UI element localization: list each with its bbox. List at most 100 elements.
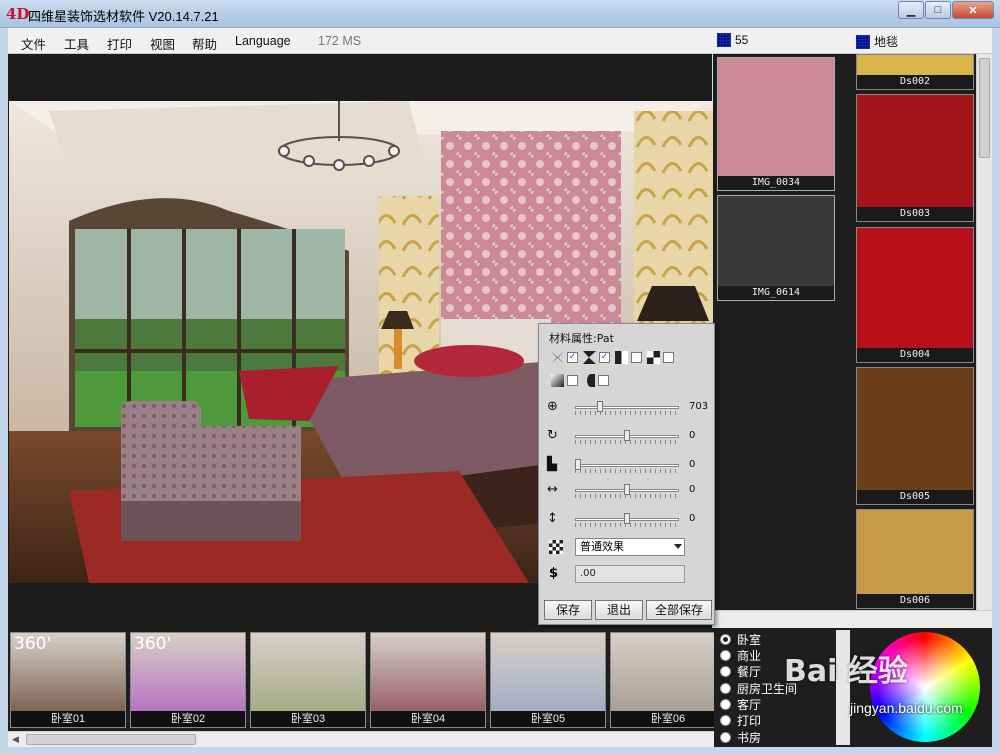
panel-scroll-strip[interactable] [713, 610, 992, 628]
panorama-badge: 360' [14, 634, 52, 654]
half-circle-checkbox[interactable] [598, 375, 609, 386]
carpet-thumb[interactable]: Ds002 [856, 54, 974, 90]
slider-knob[interactable] [596, 401, 603, 412]
tile-grid-checkbox[interactable] [663, 352, 674, 363]
minimize-button[interactable]: ▁ [898, 1, 924, 19]
close-button[interactable]: ✕ [952, 1, 994, 19]
room-thumb[interactable]: 卧室04 [370, 632, 486, 728]
menu-help[interactable]: 帮助 [192, 34, 217, 53]
flip-vertical-icon[interactable] [583, 351, 596, 364]
room-type-option[interactable]: 打印 [720, 712, 761, 729]
room-type-option[interactable]: 客厅 [720, 696, 761, 713]
slider-knob[interactable] [624, 430, 630, 441]
scrollbar-thumb[interactable] [26, 734, 196, 745]
window-title: 四维星装饰选材软件 V20.14.7.21 [28, 9, 219, 24]
room-strip-scrollbar[interactable]: ◀ [8, 731, 714, 747]
skew-icon: ▙ [547, 457, 557, 472]
window-controls: ▁ □ ✕ [897, 1, 994, 19]
menu-view[interactable]: 视图 [150, 34, 175, 53]
carpet-label: Ds003 [857, 207, 973, 221]
mirror-toolbar: ✓ ✓ [551, 351, 679, 364]
tile-left-icon[interactable] [615, 351, 628, 364]
tile-grid-icon[interactable] [647, 351, 660, 364]
radio-icon[interactable] [720, 732, 731, 743]
exit-button[interactable]: 退出 [595, 600, 643, 620]
room-thumb[interactable]: 360' 卧室01 [10, 632, 126, 728]
floor-panel-header[interactable]: 地毯 [856, 33, 898, 50]
price-icon: $ [549, 566, 559, 581]
render-time-status: 172 MS [318, 34, 362, 48]
tile-left-checkbox[interactable] [631, 352, 642, 363]
radio-icon[interactable] [720, 650, 731, 661]
gradient-icon[interactable] [551, 374, 564, 387]
effect-icon [549, 540, 563, 554]
flip-vertical-checkbox[interactable]: ✓ [599, 352, 610, 363]
slider-knob[interactable] [624, 513, 630, 524]
flip-horizontal-icon[interactable] [551, 351, 564, 364]
slider-value: 0 [689, 513, 696, 524]
slider-track[interactable] [575, 406, 679, 409]
panorama-badge: 360' [134, 634, 172, 654]
menu-language[interactable]: Language [235, 34, 291, 48]
price-input[interactable]: .00 [575, 565, 685, 583]
room-type-option[interactable]: 商业 [720, 647, 761, 664]
carpet-scrollbar[interactable] [976, 54, 992, 610]
zoom-slider-row: ⊕ 703 [547, 398, 712, 420]
room-type-label: 书房 [737, 731, 762, 745]
radio-icon[interactable] [720, 683, 731, 694]
slider-track[interactable] [575, 464, 679, 467]
room-type-option[interactable]: 餐厅 [720, 663, 761, 680]
room-type-option[interactable]: 卧室 [720, 631, 761, 648]
slider-knob[interactable] [575, 459, 581, 470]
material-list: IMG_0034 IMG_0614 [713, 54, 852, 610]
room-type-label: 客厅 [737, 698, 762, 712]
maximize-button[interactable]: □ [925, 1, 951, 19]
carpet-list: Ds002 Ds003 Ds004 Ds005 Ds006 [852, 54, 992, 610]
material-thumb[interactable]: IMG_0614 [717, 195, 835, 301]
radio-icon[interactable] [720, 715, 731, 726]
room-label: 卧室05 [491, 711, 605, 727]
scroll-left-icon[interactable]: ◀ [12, 734, 19, 745]
app-logo: 4D [6, 5, 30, 23]
material-properties-panel: 材料属性:Pat ✓ ✓ ⊕ 703 ↻ 0 ▙ 0 ↔ 0 ↕ 0 普通效果 … [538, 323, 715, 625]
carpet-swatch [857, 368, 973, 492]
slider-value: 0 [689, 484, 696, 495]
room-label: 卧室01 [11, 711, 125, 727]
room-thumb[interactable]: 360' 卧室02 [130, 632, 246, 728]
half-circle-icon[interactable] [587, 374, 595, 387]
horizontal-offset-slider-row: ↔ 0 [547, 481, 712, 503]
material-thumb[interactable]: IMG_0034 [717, 57, 835, 191]
carpet-thumb[interactable]: Ds006 [856, 509, 974, 609]
title-bar: 4D 四维星装饰选材软件 V20.14.7.21 ▁ □ ✕ [0, 0, 1000, 28]
flip-horizontal-checkbox[interactable]: ✓ [567, 352, 578, 363]
carpet-thumb[interactable]: Ds005 [856, 367, 974, 505]
menu-file[interactable]: 文件 [21, 34, 46, 53]
save-button[interactable]: 保存 [544, 600, 592, 620]
room-type-label: 餐厅 [737, 665, 762, 679]
rotate-icon: ↻ [547, 428, 558, 443]
menu-tools[interactable]: 工具 [64, 34, 89, 53]
effect-select[interactable]: 普通效果 [575, 538, 685, 556]
radio-selected-icon[interactable] [720, 634, 731, 645]
save-all-button[interactable]: 全部保存 [646, 600, 712, 620]
watermark-logo: Bai 经验 [784, 654, 908, 689]
effect-select-value: 普通效果 [580, 540, 624, 553]
room-thumb[interactable]: 卧室05 [490, 632, 606, 728]
material-panel-header[interactable]: 55 [717, 33, 748, 47]
carpet-swatch [857, 510, 973, 606]
menu-print[interactable]: 打印 [107, 34, 132, 53]
gradient-checkbox[interactable] [567, 375, 578, 386]
grid-icon [717, 33, 731, 47]
room-thumb[interactable]: 卧室03 [250, 632, 366, 728]
carpet-swatch [857, 228, 973, 350]
radio-icon[interactable] [720, 666, 731, 677]
window-frame-bottom [0, 747, 1000, 754]
radio-icon[interactable] [720, 699, 731, 710]
carpet-thumb[interactable]: Ds003 [856, 94, 974, 222]
carpet-thumb[interactable]: Ds004 [856, 227, 974, 363]
scrollbar-thumb[interactable] [979, 58, 990, 158]
room-type-label: 打印 [737, 714, 762, 728]
slider-knob[interactable] [624, 484, 630, 495]
room-thumb[interactable]: 卧室06 [610, 632, 726, 728]
room-type-option[interactable]: 书房 [720, 729, 761, 746]
